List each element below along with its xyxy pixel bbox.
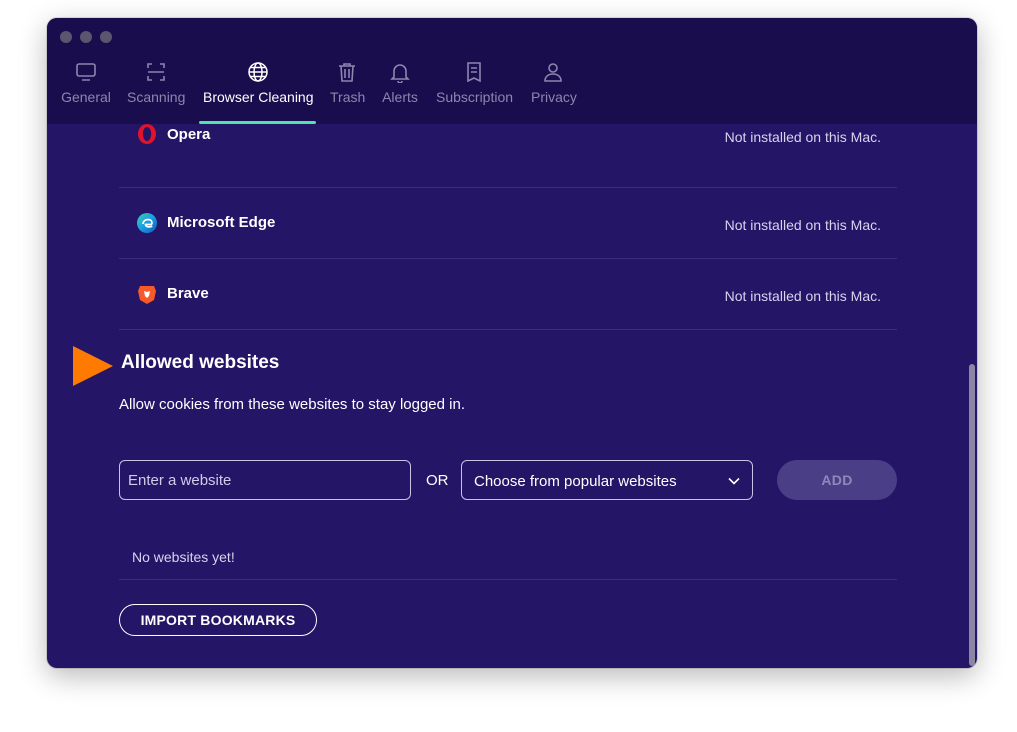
trash-icon (338, 63, 355, 82)
play-arrow-icon (73, 346, 113, 386)
chevron-down-icon (728, 477, 740, 485)
browser-status: Not installed on this Mac. (724, 129, 881, 145)
app-window: General Scanning Browser Cleaning Trash (47, 18, 977, 668)
tab-subscription[interactable]: Subscription (436, 58, 514, 124)
monitor-icon (76, 63, 96, 81)
browser-row-brave: Brave Not installed on this Mac. (119, 259, 897, 330)
section-description: Allow cookies from these websites to sta… (119, 396, 466, 413)
popular-websites-dropdown[interactable]: Choose from popular websites (461, 460, 753, 500)
empty-list-text: No websites yet! (132, 549, 235, 565)
globe-icon (247, 62, 268, 82)
browser-status: Not installed on this Mac. (724, 288, 881, 304)
opera-icon (138, 124, 156, 144)
minimize-window-button[interactable] (80, 31, 92, 43)
tab-label: Scanning (127, 89, 186, 105)
scan-icon (147, 63, 165, 81)
close-window-button[interactable] (60, 31, 72, 43)
person-icon (544, 63, 562, 82)
tab-scanning[interactable]: Scanning (127, 58, 185, 124)
section-title: Allowed websites (121, 352, 280, 373)
browser-name: Microsoft Edge (167, 214, 276, 231)
browser-name: Opera (167, 126, 211, 143)
tab-alerts[interactable]: Alerts (382, 58, 418, 124)
tab-trash[interactable]: Trash (330, 58, 366, 124)
browser-cleaning-panel: Opera Not installed on this Mac. Microso… (47, 124, 977, 668)
brave-icon (138, 286, 156, 304)
browser-name: Brave (167, 285, 209, 302)
tab-label: Alerts (382, 89, 418, 105)
tab-label: Privacy (531, 89, 577, 105)
tab-label: Subscription (436, 89, 514, 105)
divider (119, 579, 897, 580)
browser-row-edge: Microsoft Edge Not installed on this Mac… (119, 188, 897, 259)
title-bar: General Scanning Browser Cleaning Trash (47, 18, 977, 124)
tab-privacy[interactable]: Privacy (531, 58, 577, 124)
tab-browser-cleaning[interactable]: Browser Cleaning (199, 58, 316, 124)
tab-label: Browser Cleaning (203, 89, 314, 105)
browser-row-opera: Opera Not installed on this Mac. (119, 124, 897, 188)
tab-label: General (61, 89, 111, 105)
website-input[interactable] (119, 460, 411, 500)
dropdown-value: Choose from popular websites (474, 473, 677, 490)
or-label: OR (426, 472, 449, 489)
browser-status: Not installed on this Mac. (724, 217, 881, 233)
tab-general[interactable]: General (61, 58, 111, 124)
vertical-scrollbar[interactable] (969, 364, 975, 666)
zoom-window-button[interactable] (100, 31, 112, 43)
edge-icon (137, 213, 157, 233)
import-bookmarks-button[interactable]: IMPORT BOOKMARKS (119, 604, 317, 636)
bell-icon (390, 64, 410, 83)
tab-label: Trash (330, 89, 366, 105)
receipt-icon (467, 62, 481, 83)
add-button[interactable]: ADD (777, 460, 897, 500)
